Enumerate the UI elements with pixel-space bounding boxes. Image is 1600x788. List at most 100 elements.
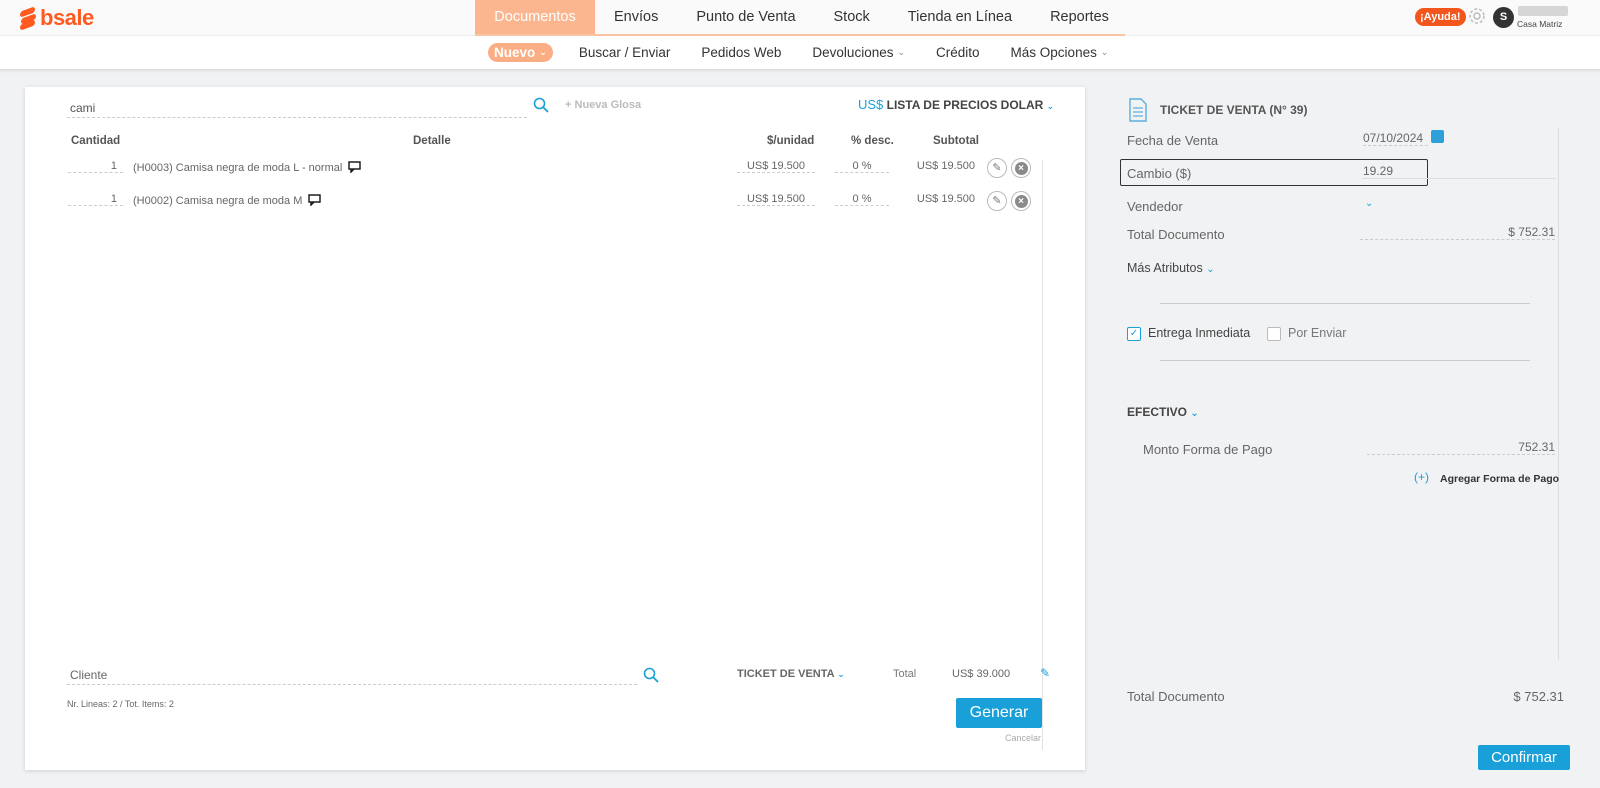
row-qty-input[interactable]: 1 bbox=[68, 193, 123, 206]
top-navbar: bsale Documentos Envíos Punto de Venta S… bbox=[0, 0, 1600, 35]
search-icon[interactable] bbox=[533, 97, 549, 113]
chevron-down-icon[interactable]: ⌄ bbox=[1365, 198, 1373, 209]
subnav-pedidos-web[interactable]: Pedidos Web bbox=[701, 45, 781, 60]
chevron-down-icon: ⌄ bbox=[897, 47, 906, 57]
add-circle-icon[interactable]: (+) bbox=[1414, 470, 1429, 484]
nav-punto-de-venta[interactable]: Punto de Venta bbox=[677, 0, 814, 35]
subnav-mas-opciones[interactable]: Más Opciones ⌄ bbox=[1011, 45, 1109, 60]
seller-label: Vendedor bbox=[1127, 199, 1183, 214]
edit-row-button[interactable]: ✎ bbox=[987, 191, 1007, 211]
help-button[interactable]: ¡Ayuda! bbox=[1415, 8, 1466, 26]
comment-icon[interactable] bbox=[348, 161, 362, 173]
subnav-devoluciones-label: Devoluciones bbox=[812, 45, 894, 60]
subnav-devoluciones[interactable]: Devoluciones ⌄ bbox=[812, 45, 905, 60]
table-row: 1 (H0002) Camisa negra de moda M US$ 19.… bbox=[25, 191, 1085, 223]
sale-date-label: Fecha de Venta bbox=[1127, 133, 1219, 148]
row-detail: (H0002) Camisa negra de moda M bbox=[133, 193, 322, 207]
check-icon: ✓ bbox=[1129, 328, 1139, 339]
row-subtotal: US$ 19.500 bbox=[916, 193, 975, 205]
row-discount-input[interactable]: 0 % bbox=[835, 160, 889, 173]
payment-amount-input[interactable]: 752.31 bbox=[1367, 440, 1555, 455]
delivery-now-label: Entrega Inmediata bbox=[1148, 326, 1251, 340]
chevron-down-icon: ⌄ bbox=[837, 669, 845, 679]
more-attributes-label: Más Atributos bbox=[1127, 261, 1203, 275]
subnav-buscar-enviar-label: Buscar / Enviar bbox=[578, 45, 671, 60]
main-nav: Documentos Envíos Punto de Venta Stock T… bbox=[475, 0, 1128, 35]
pencil-icon[interactable]: ✎ bbox=[1040, 666, 1050, 680]
document-icon bbox=[1129, 98, 1147, 122]
price-list-selector[interactable]: US$ LISTA DE PRECIOS DOLAR ⌄ bbox=[858, 97, 1054, 112]
close-icon: × bbox=[1014, 195, 1028, 208]
gear-icon[interactable] bbox=[1468, 7, 1486, 25]
edit-row-button[interactable]: ✎ bbox=[987, 158, 1007, 178]
footer-total-label: Total Documento bbox=[1127, 689, 1225, 704]
divider bbox=[1160, 360, 1530, 361]
chevron-down-icon: ⌄ bbox=[1046, 101, 1055, 111]
avatar[interactable]: S bbox=[1493, 7, 1514, 28]
footer-total-value: $ 752.31 bbox=[1513, 689, 1564, 704]
plus-icon: + bbox=[565, 99, 572, 111]
panel-divider bbox=[1558, 128, 1559, 660]
row-detail-text: (H0003) Camisa negra de moda L - normal bbox=[133, 162, 343, 174]
row-subtotal: US$ 19.500 bbox=[916, 160, 975, 172]
row-unit-price-input[interactable]: US$ 19.500 bbox=[737, 193, 815, 206]
subnav-buscar-enviar[interactable]: Buscar / Enviar bbox=[579, 45, 671, 60]
divider bbox=[1160, 303, 1530, 304]
confirm-button[interactable]: Confirmar bbox=[1478, 745, 1570, 770]
chevron-down-icon: ⌄ bbox=[1100, 47, 1109, 57]
more-attributes-toggle[interactable]: Más Atributos ⌄ bbox=[1127, 261, 1215, 275]
brand-name: bsale bbox=[40, 5, 94, 30]
new-gloss-button[interactable]: + Nueva Glosa bbox=[565, 99, 641, 111]
scroll-track[interactable] bbox=[1042, 160, 1043, 750]
nav-envios[interactable]: Envíos bbox=[595, 0, 677, 35]
subnav-nuevo-label: Nuevo bbox=[494, 45, 536, 60]
line-item-counts: Nr. Lineas: 2 / Tot. Items: 2 bbox=[67, 699, 174, 709]
subnav-nuevo[interactable]: Nuevo ⌄ bbox=[488, 43, 553, 62]
comment-icon[interactable] bbox=[308, 194, 322, 206]
nav-tienda-en-linea[interactable]: Tienda en Línea bbox=[889, 0, 1031, 35]
branch-name: Casa Matriz bbox=[1517, 19, 1563, 29]
subnav-credito-label: Crédito bbox=[936, 45, 980, 60]
to-send-label: Por Enviar bbox=[1288, 326, 1347, 340]
pencil-icon: ✎ bbox=[992, 162, 1002, 174]
subnav-mas-opciones-label: Más Opciones bbox=[1010, 45, 1097, 60]
exchange-rate-label: Cambio ($) bbox=[1127, 166, 1192, 181]
nav-documentos[interactable]: Documentos bbox=[475, 0, 595, 35]
table-row: 1 (H0003) Camisa negra de moda L - norma… bbox=[25, 158, 1085, 190]
brand-logo[interactable]: bsale bbox=[20, 5, 94, 31]
row-discount-input[interactable]: 0 % bbox=[835, 193, 889, 206]
delete-row-button[interactable]: × bbox=[1011, 191, 1031, 211]
client-input[interactable]: Cliente bbox=[67, 668, 637, 685]
delivery-now-checkbox[interactable]: ✓ bbox=[1127, 327, 1141, 341]
calendar-icon[interactable] bbox=[1431, 130, 1444, 143]
product-search-input[interactable]: cami bbox=[67, 100, 527, 118]
price-list-label: LISTA DE PRECIOS DOLAR bbox=[886, 98, 1044, 112]
subnav-credito[interactable]: Crédito bbox=[936, 45, 980, 60]
document-type-label: TICKET DE VENTA bbox=[737, 668, 835, 680]
nav-reportes[interactable]: Reportes bbox=[1031, 0, 1128, 35]
search-icon[interactable] bbox=[643, 667, 659, 683]
add-payment-method-link[interactable]: Agregar Forma de Pago bbox=[1440, 473, 1559, 485]
currency-symbol: US$ bbox=[858, 97, 884, 112]
row-qty-input[interactable]: 1 bbox=[68, 160, 123, 173]
document-type-selector[interactable]: TICKET DE VENTA ⌄ bbox=[737, 668, 845, 680]
nav-stock[interactable]: Stock bbox=[815, 0, 889, 35]
exchange-rate-input[interactable]: 19.29 bbox=[1363, 164, 1423, 178]
row-detail-text: (H0002) Camisa negra de moda M bbox=[133, 195, 303, 207]
chevron-down-icon: ⌄ bbox=[1206, 264, 1215, 275]
subnav-pedidos-web-label: Pedidos Web bbox=[701, 45, 782, 60]
payment-method-selector[interactable]: EFECTIVO ⌄ bbox=[1127, 405, 1199, 419]
sale-date-input[interactable]: 07/10/2024 bbox=[1363, 131, 1428, 146]
panel-title: TICKET DE VENTA (N° 39) bbox=[1160, 103, 1308, 117]
generate-button[interactable]: Generar bbox=[956, 698, 1042, 728]
row-unit-price-input[interactable]: US$ 19.500 bbox=[737, 160, 815, 173]
delete-row-button[interactable]: × bbox=[1011, 158, 1031, 178]
divider bbox=[1362, 178, 1556, 179]
payment-method-label: EFECTIVO bbox=[1127, 405, 1188, 419]
col-subtotal: Subtotal bbox=[933, 135, 979, 147]
cancel-link[interactable]: Cancelar bbox=[1005, 733, 1041, 743]
col-cantidad: Cantidad bbox=[71, 135, 121, 147]
to-send-checkbox[interactable] bbox=[1267, 327, 1281, 341]
document-editor: cami + Nueva Glosa US$ LISTA DE PRECIOS … bbox=[25, 87, 1085, 770]
col-detalle: Detalle bbox=[413, 135, 451, 147]
